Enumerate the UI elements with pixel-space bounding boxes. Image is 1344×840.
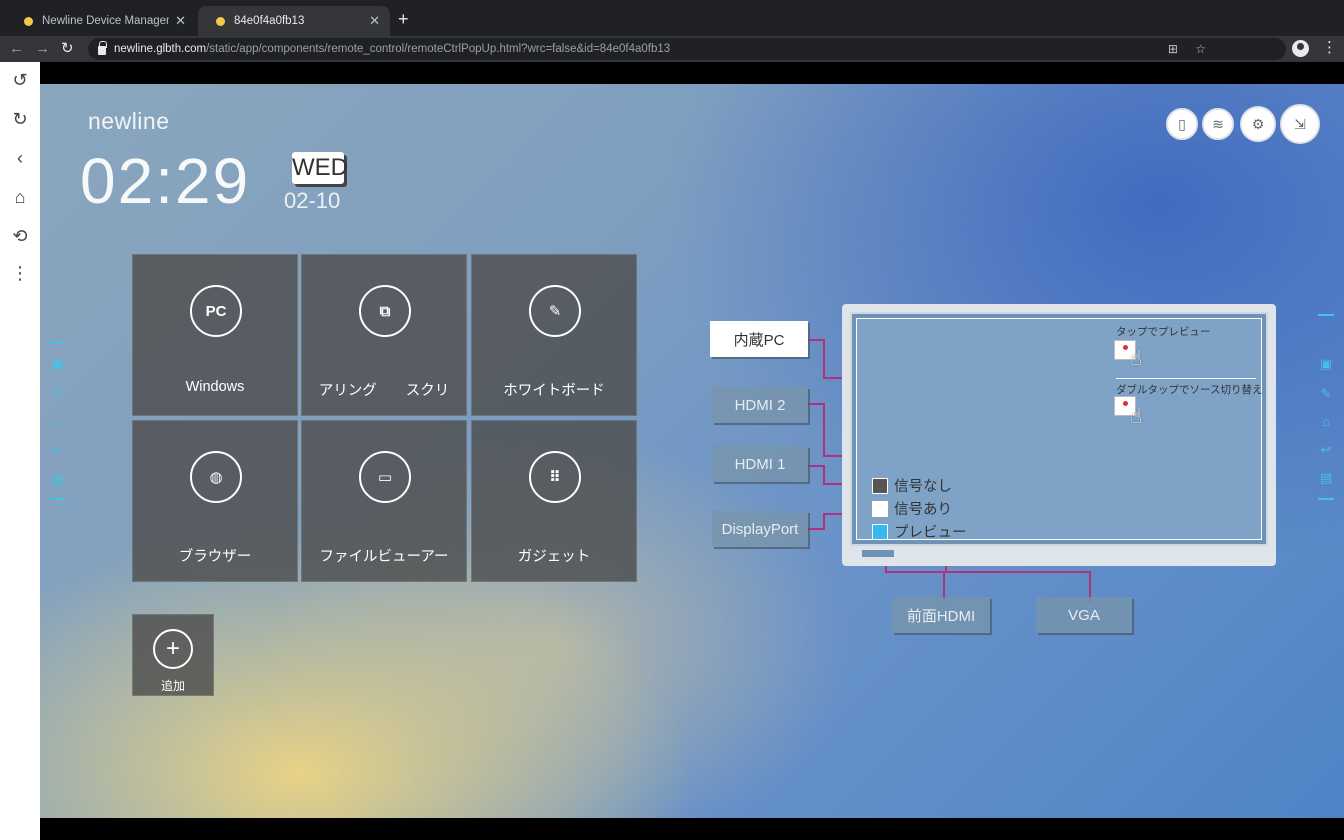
legend-label: プレビュー: [894, 525, 967, 541]
legend-label: 信号なし: [894, 479, 952, 495]
tab-favicon: [24, 16, 33, 26]
legend-no-signal: 信号なし: [872, 474, 967, 497]
history-icon[interactable]: ⟲: [10, 226, 30, 246]
url-field[interactable]: newline.glbth.com/static/app/components/…: [88, 38, 1286, 60]
monitor-front-port: [862, 550, 894, 557]
legend-swatch: [872, 523, 888, 540]
close-icon[interactable]: ✕: [175, 13, 186, 29]
source-vga[interactable]: VGA: [1036, 597, 1132, 633]
url-path: /static/app/components/remote_control/re…: [206, 43, 671, 55]
hint-double-tap-switch: ダブルタップでソース切り替え: [1116, 384, 1263, 396]
legend-swatch: [872, 477, 888, 494]
address-bar-row: ← → ↻ newline.glbth.com/static/app/compo…: [0, 36, 1344, 62]
browser-tab-bar: Newline Device Management ✕ 84e0f4a0fb13…: [0, 0, 1344, 36]
tab-favicon: [216, 16, 225, 26]
forward-arrow-icon[interactable]: →: [35, 39, 50, 59]
legend-preview: プレビュー: [872, 520, 967, 543]
legend-swatch: [872, 500, 888, 517]
tab-title: 84e0f4a0fb13: [234, 15, 305, 27]
source-hdmi1[interactable]: HDMI 1: [712, 446, 808, 482]
undo-icon[interactable]: ↺: [10, 70, 30, 90]
redo-icon[interactable]: ↻: [10, 109, 30, 129]
translate-icon[interactable]: ⊞: [1168, 42, 1178, 56]
new-tab-button[interactable]: +: [398, 9, 409, 29]
home-icon[interactable]: ⌂: [10, 187, 30, 207]
tab-title: Newline Device Management: [42, 15, 169, 27]
browser-menu-icon[interactable]: ⋮: [1322, 38, 1337, 58]
back-arrow-icon[interactable]: ←: [9, 39, 24, 59]
signal-legend: 信号なし 信号あり プレビュー: [872, 474, 967, 543]
hint-divider: [1116, 378, 1256, 379]
hint-tap-preview: タップでプレビュー: [1116, 326, 1211, 338]
tab-device-management[interactable]: Newline Device Management ✕: [6, 6, 196, 36]
screen-top-border: [40, 62, 1344, 84]
source-displayport[interactable]: DisplayPort: [712, 511, 808, 547]
close-icon[interactable]: ✕: [369, 13, 380, 29]
remote-toolbar: ↺ ↻ ‹ ⌂ ⟲ ⋮: [0, 62, 40, 840]
back-icon[interactable]: ‹: [10, 148, 30, 168]
tab-remote-control[interactable]: 84e0f4a0fb13 ✕: [198, 6, 390, 36]
reload-icon[interactable]: ↻: [61, 39, 74, 59]
legend-signal: 信号あり: [872, 497, 967, 520]
lock-icon: [98, 40, 107, 55]
screen-bottom-border: [40, 818, 1344, 840]
url-host: newline.glbth.com: [114, 43, 207, 55]
source-front-hdmi[interactable]: 前面HDMI: [892, 597, 990, 633]
bookmark-star-icon[interactable]: ☆: [1195, 42, 1206, 56]
source-hdmi2[interactable]: HDMI 2: [712, 387, 808, 423]
remote-screen[interactable]: newline 02:29 WED 02-10 ▯ ≋ ⚙ ⇲ PC Windo…: [40, 84, 1344, 818]
source-internal-pc[interactable]: 内蔵PC: [710, 321, 808, 357]
profile-avatar-icon[interactable]: [1292, 40, 1309, 57]
hand-tap-icon: ☝: [1130, 348, 1143, 370]
hand-double-tap-icon: ☝: [1130, 406, 1143, 428]
more-icon[interactable]: ⋮: [10, 263, 30, 283]
legend-label: 信号あり: [894, 502, 952, 518]
